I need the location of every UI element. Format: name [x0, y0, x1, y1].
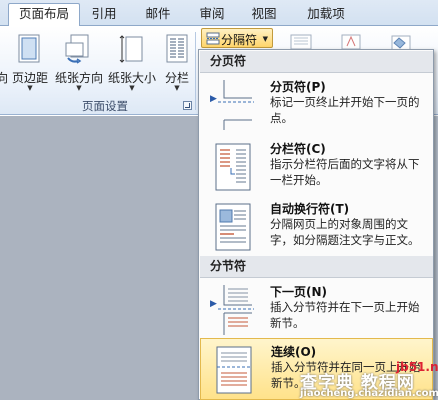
size-button[interactable]: 纸张大小 ▼ — [106, 30, 158, 94]
next-page-break-icon — [218, 285, 254, 335]
menu-item-page-break[interactable]: ▶ 分页符(P) 标记一页终止并开始下一页的点。 — [200, 74, 433, 136]
text-wrapping-break-icon — [215, 203, 251, 251]
tab-mailings[interactable]: 邮件 — [136, 4, 180, 26]
section-header-section-breaks: 分节符 — [200, 256, 433, 278]
tab-view[interactable]: 视图 — [242, 4, 286, 26]
text-direction-icon — [0, 34, 4, 64]
menu-item-column-break[interactable]: 分栏符(C) 指示分栏符后面的文字将从下一栏开始。 — [200, 136, 433, 198]
tab-addins[interactable]: 加载项 — [296, 4, 356, 26]
page-setup-group-label: 页面设置 — [82, 99, 128, 113]
watermark-url: jiaocheng.chazidian.com — [300, 388, 438, 399]
ribbon-tab-bar: 页面布局 引用 邮件 审阅 视图 加载项 — [0, 0, 438, 27]
line-numbers-icon[interactable] — [290, 34, 312, 50]
column-break-icon — [215, 143, 251, 191]
page-break-icon — [218, 80, 254, 130]
tab-references[interactable]: 引用 — [82, 4, 126, 26]
columns-button[interactable]: 分栏 ▼ — [158, 30, 196, 94]
size-icon — [119, 35, 143, 63]
watermark-site: jb51.net — [396, 360, 438, 374]
continuous-break-icon — [216, 346, 252, 394]
section-header-page-breaks: 分页符 — [200, 51, 433, 73]
group-divider — [195, 32, 196, 110]
margins-icon — [18, 34, 40, 63]
breaks-icon — [206, 32, 220, 45]
dialog-launcher-icon[interactable] — [183, 101, 192, 110]
document-left-margin — [0, 116, 198, 400]
orientation-icon — [65, 34, 89, 64]
menu-item-text-wrapping-break[interactable]: 自动换行符(T) 分隔网页上的对象周围的文字，如分隔题注文字与正文。 — [200, 196, 433, 258]
breaks-button[interactable]: 分隔符 ▼ — [201, 28, 273, 48]
chevron-down-icon: ▼ — [174, 84, 180, 92]
chevron-down-icon: ▼ — [76, 84, 82, 92]
breaks-dropdown-menu: 分页符 ▶ 分页符(P) 标记一页终止并开始下一页的点。 分栏符(C) 指示分栏… — [198, 49, 434, 400]
tab-review[interactable]: 审阅 — [190, 4, 234, 26]
columns-icon — [166, 34, 188, 63]
chevron-down-icon: ▼ — [262, 35, 268, 43]
orientation-button[interactable]: 纸张方向 ▼ — [52, 30, 106, 94]
chevron-down-icon: ▼ — [27, 84, 33, 92]
tab-page-layout[interactable]: 页面布局 — [8, 3, 80, 27]
margins-button[interactable]: 页边距 ▼ — [8, 30, 52, 94]
menu-item-next-page[interactable]: ▶ 下一页(N) 插入分节符并在下一页上开始新节。 — [200, 279, 433, 341]
chevron-down-icon: ▼ — [129, 84, 135, 92]
watermark-icon[interactable] — [340, 34, 362, 50]
